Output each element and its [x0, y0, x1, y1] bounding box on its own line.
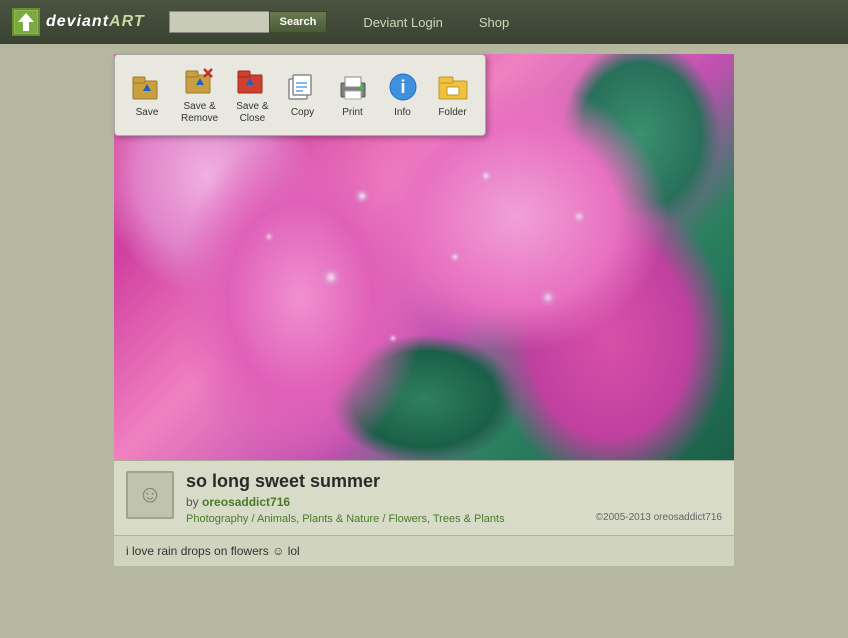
breadcrumb: Photography / Animals, Plants & Nature /… [186, 513, 584, 525]
nav-deviant-login[interactable]: Deviant Login [363, 15, 443, 30]
toolbar-copy[interactable]: Copy [281, 67, 325, 123]
main-area: Save Save &Remove [0, 44, 848, 576]
print-label: Print [342, 107, 363, 119]
copy-icon [287, 71, 319, 103]
logo-text: deviantART [46, 13, 145, 31]
toolbar-folder[interactable]: Folder [431, 67, 475, 123]
nav-links: Deviant Login Shop [363, 15, 509, 30]
avatar-icon: ☺ [138, 481, 163, 509]
avatar: ☺ [126, 471, 174, 519]
copyright-text: ©2005-2013 oreosaddict716 [596, 512, 722, 525]
author-link[interactable]: oreosaddict716 [202, 495, 290, 509]
save-close-icon [236, 65, 268, 97]
nav-shop[interactable]: Shop [479, 15, 509, 30]
toolbar-save-remove[interactable]: Save &Remove [175, 61, 224, 129]
search-area: Search [169, 11, 328, 33]
toolbar-save[interactable]: Save [125, 67, 169, 123]
toolbar-save-close[interactable]: Save &Close [230, 61, 274, 129]
artwork-title: so long sweet summer [186, 471, 584, 492]
logo-area: deviantART [12, 8, 145, 36]
save-remove-icon [184, 65, 216, 97]
info-icon: i [387, 71, 419, 103]
deviantart-logo-icon [12, 8, 40, 36]
image-container: Save Save &Remove [114, 54, 734, 460]
svg-text:i: i [400, 77, 405, 97]
comment-emoji: ☺ [272, 544, 284, 558]
save-remove-label: Save &Remove [181, 101, 218, 125]
breadcrumb-nature[interactable]: Animals, Plants & Nature [257, 513, 379, 525]
folder-label: Folder [438, 107, 466, 119]
comment-section: i love rain drops on flowers ☺ lol [114, 535, 734, 566]
save-close-label: Save &Close [236, 101, 268, 125]
save-label: Save [136, 107, 159, 119]
toolbar-print[interactable]: Print [331, 67, 375, 123]
copy-label: Copy [291, 107, 314, 119]
title-info: so long sweet summer by oreosaddict716 P… [186, 471, 584, 525]
folder-icon [437, 71, 469, 103]
print-icon [337, 71, 369, 103]
info-section: ☺ so long sweet summer by oreosaddict716… [114, 460, 734, 535]
search-button[interactable]: Search [269, 11, 328, 33]
search-input[interactable] [169, 11, 269, 33]
breadcrumb-flowers[interactable]: Flowers, Trees & Plants [388, 513, 504, 525]
save-icon [131, 71, 163, 103]
header: deviantART Search Deviant Login Shop [0, 0, 848, 44]
info-label: Info [394, 107, 411, 119]
comment-suffix: lol [288, 544, 300, 558]
comment-text: i love rain drops on flowers [126, 544, 269, 558]
by-line: by oreosaddict716 [186, 495, 584, 509]
content-wrapper: Save Save &Remove [114, 54, 734, 566]
toolbar-popup: Save Save &Remove [114, 54, 486, 136]
toolbar-info[interactable]: i Info [381, 67, 425, 123]
breadcrumb-photography[interactable]: Photography [186, 513, 248, 525]
